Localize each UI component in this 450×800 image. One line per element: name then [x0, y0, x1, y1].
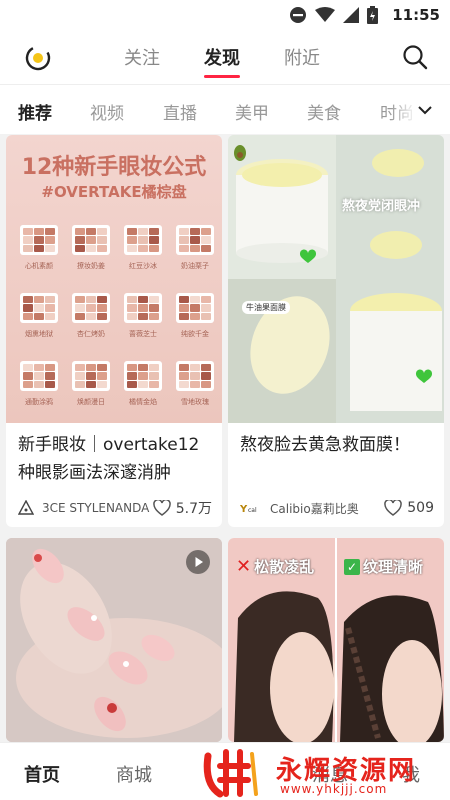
image-tag-2: 牛油果面膜	[242, 301, 290, 314]
card-image-cream: 熬夜党闭眼冲 牛油果面膜	[228, 135, 444, 423]
eyeshadow-palette	[124, 225, 162, 255]
battery-icon	[367, 6, 379, 24]
eyeshadow-palette	[72, 293, 110, 323]
eyeshadow-palette	[124, 361, 162, 391]
feed-card-makeup[interactable]: 12种新手眼妆公式 #OVERTAKE橘棕盘 心机素颜 撩妆奶姜 红豆沙冰 奶油栗子烟…	[6, 135, 222, 527]
label-after: ✓ 纹理清晰	[344, 556, 423, 577]
watermark-logo-icon	[200, 746, 260, 798]
image-headline: 12种新手眼妆公式	[21, 155, 207, 180]
palette-label: 杏仁烤奶	[77, 330, 105, 338]
watermark: 永辉资源网 www.yhkjjj.com	[196, 744, 450, 800]
palette-label: 心机素颜	[25, 262, 53, 270]
eyeshadow-palette	[176, 361, 214, 391]
category-video[interactable]: 视频	[90, 99, 124, 124]
status-time: 11:55	[392, 6, 440, 24]
eyeshadow-palette	[20, 225, 58, 255]
category-live[interactable]: 直播	[163, 99, 197, 124]
category-nails[interactable]: 美甲	[235, 99, 269, 124]
eyeshadow-palette	[124, 293, 162, 323]
eyeshadow-palette	[72, 225, 110, 255]
card-image-palettes: 12种新手眼妆公式 #OVERTAKE橘棕盘 心机素颜 撩妆奶姜 红豆沙冰 奶油栗子烟…	[6, 135, 222, 423]
card-meta: 3CE STYLENANDA 5.7万	[18, 497, 212, 519]
card-meta: Ycal Calibio嘉莉比奥 509	[240, 497, 434, 519]
top-nav: 关注 发现 附近	[0, 30, 450, 84]
palette-label: 纯欲千金	[181, 330, 209, 338]
nav-mall[interactable]: 商城	[116, 761, 152, 787]
feed-card-mask[interactable]: 熬夜党闭眼冲 牛油果面膜 熬夜脸去黄急救面膜！ Ycal Calibio嘉莉比奥…	[228, 135, 444, 527]
eyeshadow-palette	[72, 361, 110, 391]
check-icon: ✓	[344, 558, 360, 575]
palette-label: 焕颜漫日	[77, 398, 105, 406]
like-count: 509	[407, 500, 434, 516]
chevron-down-icon[interactable]	[416, 101, 434, 119]
card-title: 熬夜脸去黄急救面膜！	[240, 435, 410, 455]
card-author[interactable]: Calibio嘉莉比奥	[270, 500, 384, 517]
heart-icon	[152, 500, 171, 516]
palette-label: 橘情金焰	[129, 398, 157, 406]
category-food[interactable]: 美食	[307, 99, 341, 124]
brand-logo-icon: Ycal	[240, 504, 257, 515]
app-root: 11:55 关注 发现 附近 推荐 视频 直播 美甲 美食 时尚 12种新手眼妆…	[0, 0, 450, 800]
tab-following[interactable]: 关注	[124, 44, 160, 70]
signal-icon	[343, 7, 360, 23]
like-button[interactable]: 5.7万	[152, 498, 212, 518]
image-tag-1: 熬夜党闭眼冲	[342, 199, 421, 214]
category-bar: 推荐 视频 直播 美甲 美食 时尚	[0, 84, 450, 134]
palette-label: 烟熏地狱	[25, 330, 53, 338]
heart-icon	[384, 500, 403, 516]
palette-label: 通勤涂鸦	[25, 398, 53, 406]
feed-card-hair[interactable]: ✕ 松散凌乱 ✓ 纹理清晰	[228, 538, 444, 742]
do-not-disturb-icon	[290, 7, 307, 23]
tab-nearby[interactable]: 附近	[284, 44, 320, 70]
cross-icon: ✕	[236, 556, 252, 577]
feed-card-nails[interactable]	[6, 538, 222, 742]
cream-photo	[228, 135, 444, 423]
svg-text:Y: Y	[240, 504, 248, 515]
search-icon[interactable]	[402, 44, 428, 70]
eyeshadow-palette	[20, 293, 58, 323]
card-title: 新手眼妆｜overtake12种眼影画法深邃消肿	[18, 435, 200, 483]
like-button[interactable]: 509	[384, 500, 434, 516]
like-count: 5.7万	[175, 501, 212, 517]
category-recommend[interactable]: 推荐	[18, 99, 52, 124]
status-bar: 11:55	[0, 0, 450, 30]
palette-label: 撩妆奶姜	[77, 262, 105, 270]
eyeshadow-palette	[176, 293, 214, 323]
label-before: ✕ 松散凌乱	[236, 556, 315, 577]
image-subheadline: #OVERTAKE橘棕盘	[41, 183, 187, 201]
palette-label: 蔷薇芝士	[129, 330, 157, 338]
eyeshadow-palette	[176, 225, 214, 255]
tab-discover[interactable]: 发现	[204, 44, 240, 78]
video-play-icon	[186, 550, 210, 574]
palette-label: 奶油栗子	[181, 262, 209, 270]
app-logo-icon[interactable]	[24, 44, 52, 72]
watermark-url: www.yhkjjj.com	[280, 782, 388, 796]
svg-text:cal: cal	[248, 507, 257, 514]
wifi-icon	[315, 7, 336, 22]
nav-home[interactable]: 首页	[24, 761, 60, 787]
palette-label: 雪地玫瑰	[181, 398, 209, 406]
eyeshadow-palette	[20, 361, 58, 391]
palette-label: 红豆沙冰	[129, 262, 157, 270]
brand-logo-icon	[18, 500, 34, 515]
card-author[interactable]: 3CE STYLENANDA	[42, 501, 153, 515]
